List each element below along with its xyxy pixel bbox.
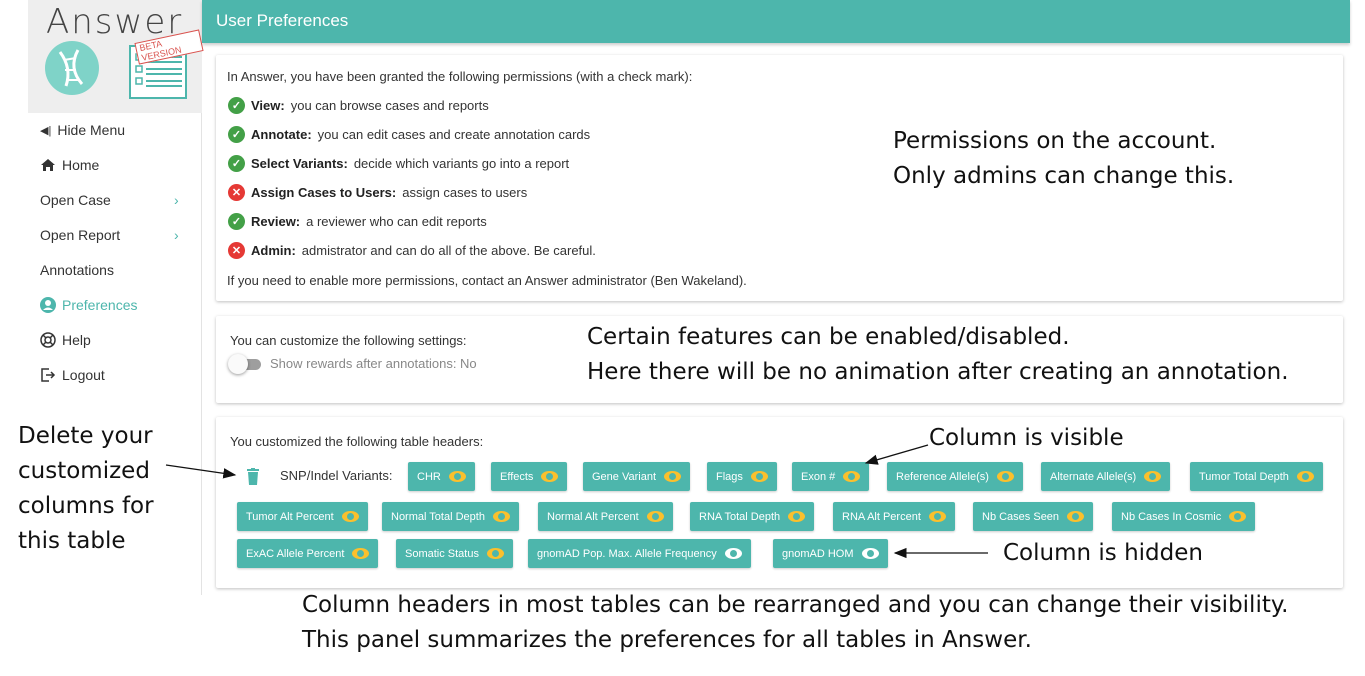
annotation-arrows (165, 444, 988, 559)
arrow-visible (864, 444, 929, 465)
arrow-delete (165, 464, 237, 479)
